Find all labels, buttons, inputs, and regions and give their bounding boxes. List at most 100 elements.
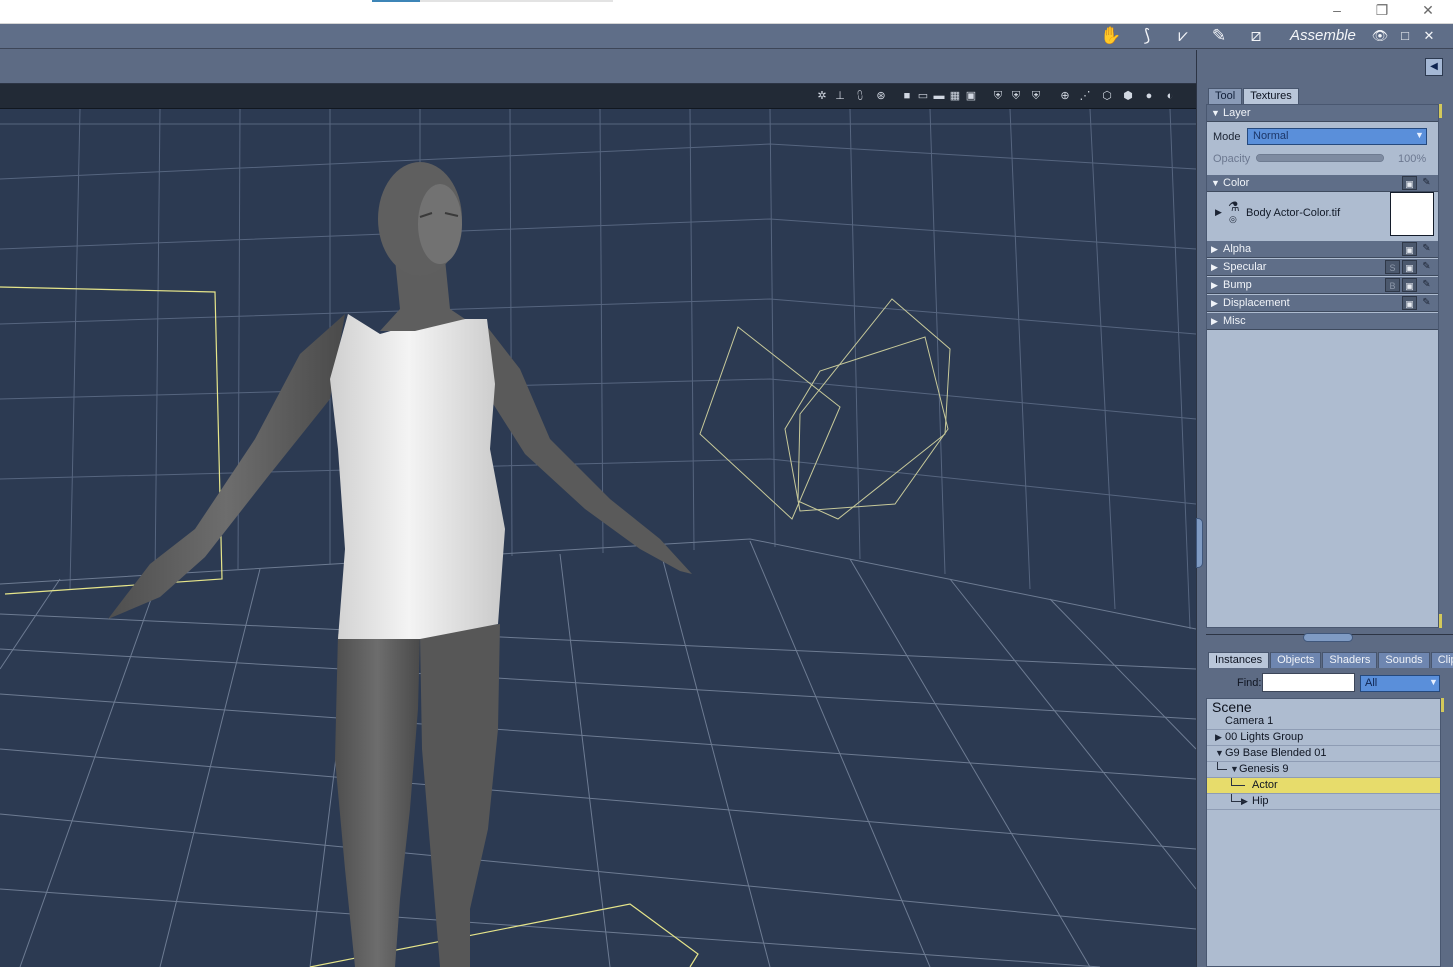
section-title: Bump <box>1223 279 1252 291</box>
scrollbar-thumb[interactable] <box>1441 698 1444 712</box>
eye-icon[interactable]: ◎ <box>1229 214 1237 225</box>
section-specular-header[interactable]: ▶ Specular S ▣ ✎ <box>1207 259 1438 276</box>
expand-triangle-icon[interactable]: ▶ <box>1215 730 1222 745</box>
layer-section-header[interactable]: ▼ Layer <box>1207 105 1438 122</box>
shield-2-icon[interactable]: ⛨ <box>1008 88 1024 104</box>
target-icon[interactable]: ⊕ <box>1057 88 1073 104</box>
color-texture-name: Body Actor-Color.tif <box>1246 207 1341 219</box>
layout-view-icon[interactable]: ▣ <box>963 88 979 104</box>
lock-icon[interactable]: ▣ <box>1402 260 1417 274</box>
split-view-icon[interactable]: ▭ <box>915 88 931 104</box>
light-toggle-icon[interactable]: ⋰ <box>1077 88 1093 104</box>
expand-triangle-icon: ▶ <box>1211 244 1218 254</box>
window-title-bar <box>0 0 1453 24</box>
texture-sphere-icon[interactable]: ◐ <box>1162 88 1178 104</box>
horizontal-splitter-handle[interactable] <box>1303 633 1353 642</box>
bones-icon[interactable]: ⩗ <box>1170 25 1196 47</box>
loading-progress-fill <box>372 0 421 2</box>
3d-viewport[interactable] <box>0 109 1196 967</box>
opacity-slider[interactable] <box>1256 154 1384 162</box>
document-header <box>0 50 1196 84</box>
tree-item-00-lights-group[interactable]: ▶ 00 Lights Group <box>1207 730 1440 746</box>
dual-view-icon[interactable]: ▬ <box>931 88 947 104</box>
section-buttons: S ▣ ✎ <box>1385 260 1434 274</box>
room-toolbar <box>0 24 1453 49</box>
wireframe-icon[interactable]: ⬡ <box>1099 88 1115 104</box>
color-section-header[interactable]: ▼ Color ▣ ✎ <box>1207 175 1438 192</box>
quad-view-icon[interactable]: ▦ <box>947 88 963 104</box>
shield-1-icon[interactable]: ⛨ <box>990 88 1006 104</box>
filter-select[interactable]: All <box>1360 675 1440 692</box>
mode-select[interactable]: Normal <box>1247 128 1427 145</box>
wand-icon[interactable]: ✎ <box>1419 296 1434 310</box>
hand-pose-icon[interactable]: ✋ <box>1098 25 1124 47</box>
lock-icon[interactable]: ▣ <box>1402 278 1417 292</box>
orbit-icon[interactable]: ⊛ <box>873 88 889 104</box>
tab-textures[interactable]: Textures <box>1243 88 1299 104</box>
walk-icon[interactable]: ⩇ <box>852 88 868 104</box>
expand-triangle-icon: ▶ <box>1211 316 1218 326</box>
scrollbar-thumb[interactable] <box>1439 104 1442 118</box>
find-input[interactable] <box>1262 673 1355 692</box>
room-label[interactable]: Assemble <box>1290 27 1356 44</box>
collapse-panel-button[interactable]: ◀ <box>1425 58 1443 76</box>
wand-icon[interactable]: ✎ <box>1419 278 1434 292</box>
find-label: Find: <box>1237 677 1262 689</box>
feather-icon[interactable]: ⟆ <box>1134 25 1160 47</box>
shaded-sphere-icon[interactable]: ● <box>1141 88 1157 104</box>
section-buttons: ▣ ✎ <box>1402 242 1434 256</box>
solid-icon[interactable]: ⬢ <box>1120 88 1136 104</box>
splitter-handle[interactable] <box>1196 518 1203 568</box>
tab-tool[interactable]: Tool <box>1208 88 1243 104</box>
tab-instances[interactable]: Instances <box>1208 652 1270 668</box>
section-alpha-header[interactable]: ▶ Alpha ▣ ✎ <box>1207 241 1438 258</box>
close-window-button[interactable]: ✕ <box>1405 0 1451 22</box>
section-displacement-header[interactable]: ▶ Displacement ▣ ✎ <box>1207 295 1438 312</box>
scrollbar-thumb[interactable] <box>1439 614 1442 628</box>
maximize-room-button[interactable]: □ <box>1396 27 1414 45</box>
lock-icon[interactable]: ▣ <box>1402 242 1417 256</box>
chevron-down-icon[interactable]: ▼ <box>1415 130 1425 142</box>
channel-badge[interactable]: S <box>1385 260 1400 274</box>
lock-icon[interactable]: ▣ <box>1402 296 1417 310</box>
restore-button[interactable]: ❐ <box>1359 0 1405 22</box>
wand-icon[interactable]: ✎ <box>1419 260 1434 274</box>
tab-clips[interactable]: Clips <box>1430 652 1453 668</box>
brush-icon[interactable]: ✎ <box>1206 25 1232 47</box>
section-misc-header[interactable]: ▶ Misc <box>1207 313 1438 330</box>
level-icon[interactable]: ⊥ <box>832 88 848 104</box>
tree-item-genesis-9[interactable]: ▼ Genesis 9 <box>1207 762 1440 778</box>
lock-icon[interactable]: ▣ <box>1402 176 1417 190</box>
textures-panel: ▼ Layer ▼ Color ▣ ✎ ▶ Alpha ▣ ✎ ▶ Specular S ▣ ✎… <box>1206 104 1439 628</box>
ruler-icon[interactable]: ⧄ <box>1243 25 1269 47</box>
camera-outline <box>699 298 951 520</box>
tree-item-hip[interactable]: ▶ Hip <box>1207 794 1440 810</box>
tab-objects[interactable]: Objects <box>1270 652 1322 668</box>
pan-icon[interactable]: ✲ <box>814 88 830 104</box>
expand-triangle-icon[interactable]: ▶ <box>1215 207 1222 218</box>
wand-icon[interactable]: ✎ <box>1419 242 1434 256</box>
color-swatch[interactable] <box>1390 192 1434 236</box>
tab-sounds[interactable]: Sounds <box>1378 652 1430 668</box>
close-room-button[interactable]: ✕ <box>1420 27 1438 45</box>
shield-3-icon[interactable]: ⛨ <box>1028 88 1044 104</box>
expand-triangle-icon: ▼ <box>1211 178 1220 188</box>
wand-icon[interactable]: ✎ <box>1419 176 1434 190</box>
expand-triangle-icon[interactable]: ▼ <box>1215 746 1224 761</box>
tree-item-camera-1[interactable]: Camera 1 <box>1207 714 1440 730</box>
section-bump-header[interactable]: ▶ Bump B ▣ ✎ <box>1207 277 1438 294</box>
minimize-button[interactable]: – <box>1314 0 1360 22</box>
eye-icon[interactable]: 👁 <box>1371 27 1389 45</box>
paint-bucket-icon: ⚗ <box>1228 199 1240 214</box>
single-view-icon[interactable]: ■ <box>899 88 915 104</box>
panel-splitter[interactable] <box>1196 50 1206 967</box>
tree-item-label: Hip <box>1252 795 1269 807</box>
tree-item-actor[interactable]: Actor <box>1207 778 1440 794</box>
tree-connector <box>1217 762 1227 770</box>
channel-badge[interactable]: B <box>1385 278 1400 292</box>
chevron-down-icon[interactable]: ▼ <box>1429 677 1438 687</box>
tree-item-g9-base-blended-01[interactable]: ▼ G9 Base Blended 01 <box>1207 746 1440 762</box>
layer-section-title: Layer <box>1223 107 1251 119</box>
expand-triangle-icon[interactable]: ▼ <box>1230 762 1239 777</box>
tab-shaders[interactable]: Shaders <box>1322 652 1378 668</box>
